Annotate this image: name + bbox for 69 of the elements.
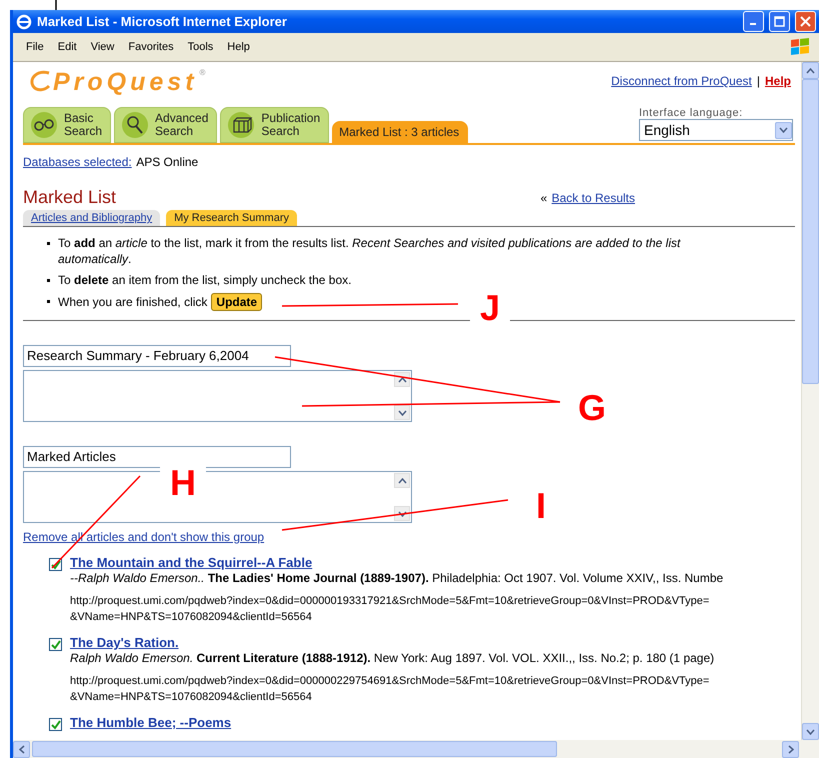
language-select[interactable]: English [639, 119, 793, 141]
search-tab[interactable]: Basic Search [23, 107, 112, 143]
back-chevron-text: « [540, 190, 548, 204]
scroll-down-icon [398, 510, 406, 516]
search-tab[interactable]: Marked List : 3 articles [332, 121, 468, 143]
tab-label: Basic Search [64, 112, 102, 138]
tab-label: Advanced Search [155, 112, 208, 138]
tab-label: Publication Search [261, 112, 320, 138]
instruction-text: When you are finished, click [58, 294, 208, 310]
glasses-icon [30, 111, 58, 139]
logo-text: ProQuest [53, 68, 198, 97]
books-icon [227, 111, 256, 139]
scroll-up-icon [398, 376, 406, 382]
close-icon [800, 16, 811, 27]
horizontal-scrollbar[interactable] [13, 740, 819, 758]
registered-mark: ® [200, 68, 206, 77]
citation-text: --Ralph Waldo Emerson.. The Ladies' Home Journal (1889-1907). Philadelphia: Oct 1907. Vol. Volume XXIV,, Iss. Numbe [70, 571, 724, 585]
instruction-text: To delete an item from the list, simply uncheck the box. [58, 272, 352, 288]
menu-item[interactable]: Help [220, 41, 257, 53]
browser-icon [16, 14, 32, 30]
tab-label: Marked List : 3 articles [339, 126, 460, 138]
article-title-link[interactable]: The Mountain and the Squirrel--A Fable [70, 555, 724, 570]
menu-item[interactable]: File [19, 41, 51, 53]
menu-item[interactable]: Edit [50, 41, 84, 53]
scroll-left-icon [18, 744, 24, 754]
magnifier-icon [121, 111, 150, 139]
windows-flag-icon [789, 37, 811, 57]
article-checkbox[interactable] [49, 558, 62, 571]
article-title-link[interactable]: The Day's Ration. [70, 635, 714, 650]
separator-text: | [756, 74, 760, 88]
back-link[interactable]: Back to Results [552, 190, 635, 204]
notes-text-area[interactable] [23, 370, 412, 422]
notes-text-area[interactable] [23, 471, 412, 523]
leader-line [55, 0, 57, 10]
citation-text: Ralph Waldo Emerson. Current Literature (1888-1912). New York: Aug 1897. Vol. VOL. XXII.,, Iss. No.2; p. 180 (1 page) [70, 651, 714, 665]
update-button[interactable]: Update [211, 293, 262, 311]
scroll-down-icon [806, 728, 815, 734]
vertical-scrollbar[interactable] [801, 62, 819, 740]
scroll-up-icon [398, 478, 406, 484]
close-button[interactable] [795, 11, 816, 32]
menu-item[interactable]: Tools [180, 41, 220, 53]
menu-item[interactable]: Favorites [121, 41, 181, 53]
instruction-text: To add an article to the list, mark it from the results list. Recent Searches and visited publications are added to the list automatically. [58, 235, 682, 267]
article-url: http://proquest.umi.com/pqdweb?index=0&did=000000193317921&SrchMode=5&Fmt=10&retrieveGroup=0&VInst=PROD&VType= &VName=HNP&TS=1076082094&clientId=56564 [70, 594, 710, 625]
article-url: http://proquest.umi.com/pqdweb?index=0&did=000000229754691&SrchMode=5&Fmt=10&retrieveGroup=0&VInst=PROD&VType= &VName=HNP&TS=1076082094&clientId=56564 [70, 674, 710, 705]
databases-link[interactable]: Databases selected: [23, 155, 132, 169]
scroll-down-icon [398, 410, 406, 416]
maximize-icon [774, 16, 785, 27]
help-link[interactable]: Help [764, 74, 791, 88]
language-label: Interface language: [639, 107, 744, 119]
disconnect-link[interactable]: Disconnect from ProQuest [611, 74, 752, 88]
subtab[interactable]: Articles and Bibliography [23, 210, 160, 226]
search-tab[interactable]: Publication Search [220, 107, 330, 143]
window-title: Marked List - Microsoft Internet Explorer [37, 14, 288, 29]
scroll-right-icon [788, 744, 794, 754]
minimize-button[interactable] [743, 11, 764, 32]
logo-swoosh-icon [29, 68, 51, 94]
group-title-field[interactable]: Marked Articles [23, 446, 291, 468]
article-title-link[interactable]: The Humble Bee; --Poems [70, 715, 232, 730]
subtab[interactable]: My Research Summary [166, 210, 297, 226]
scroll-up-icon [806, 68, 815, 74]
group-title-field[interactable]: Research Summary - February 6,2004 [23, 345, 291, 367]
article-checkbox[interactable] [49, 718, 62, 731]
page-title: Marked List [23, 187, 116, 208]
maximize-button[interactable] [769, 11, 790, 32]
databases-value: APS Online [136, 155, 198, 169]
search-tab[interactable]: Advanced Search [114, 107, 218, 143]
article-checkbox[interactable] [49, 638, 62, 651]
menu-item[interactable]: View [84, 41, 122, 53]
